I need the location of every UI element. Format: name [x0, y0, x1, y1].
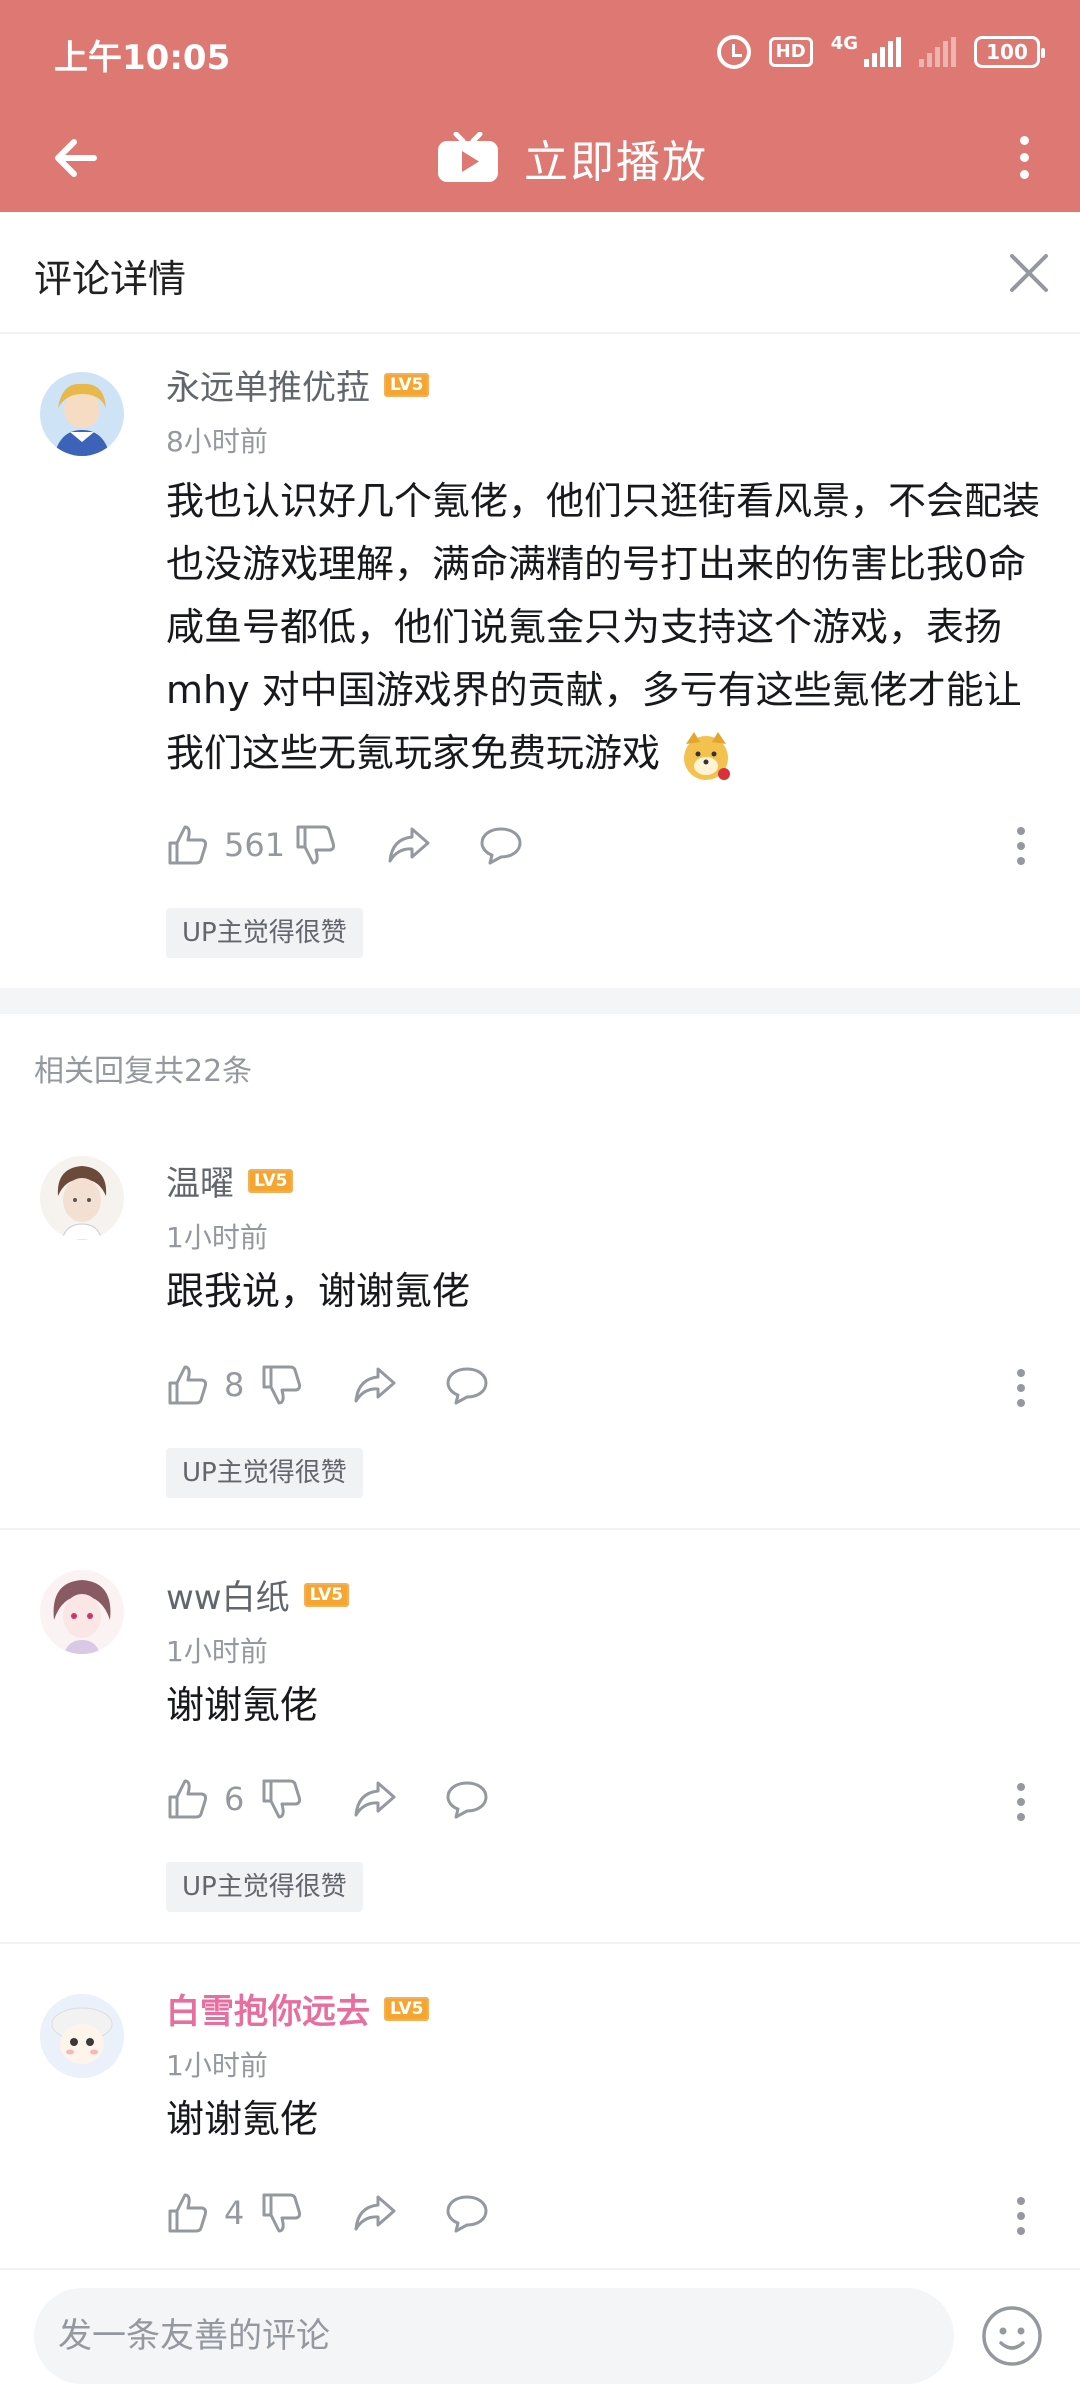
section-gap [0, 988, 1080, 1014]
comment-bubble-icon [446, 2195, 488, 2233]
play-now-button[interactable]: 立即播放 [436, 104, 708, 212]
level-badge: LV5 [303, 1582, 350, 1607]
thumb-up-icon [168, 2193, 208, 2233]
close-icon[interactable] [1006, 250, 1052, 296]
main-comment: 永远单推优菈 LV5 8小时前 我也认识好几个氪佬，他们只逛街看风景，不会配装也… [0, 336, 1080, 986]
dislike-button[interactable] [260, 1777, 304, 1821]
level-badge: LV5 [384, 1996, 430, 2021]
comment-actions: 4 [166, 2188, 490, 2238]
share-icon [388, 827, 430, 863]
comment-actions: 561 [166, 820, 524, 870]
comment-time: 1小时前 [166, 1221, 268, 1254]
more-options-icon[interactable] [1016, 1780, 1026, 1824]
like-button[interactable]: 6 [166, 1777, 250, 1821]
more-options-icon[interactable] [1016, 2194, 1026, 2238]
comment-bubble-icon [446, 1781, 488, 1819]
comment-time: 8小时前 [166, 425, 268, 458]
divider [0, 1528, 1080, 1530]
dislike-button[interactable] [260, 1363, 304, 1407]
app-bar-title: 立即播放 [524, 137, 708, 188]
share-button[interactable] [352, 1777, 398, 1821]
username[interactable]: 温曜 LV5 [166, 1156, 294, 1205]
thumb-down-icon [296, 825, 336, 865]
like-button[interactable]: 4 [166, 2191, 250, 2235]
reply-item: ww白纸 LV5 1小时前 谢谢氪佬 6 UP主觉得很赞 [0, 1534, 1080, 1944]
comment-detail-header: 评论详情 [0, 212, 1080, 334]
reply-item: 白雪抱你远去 LV5 1小时前 谢谢氪佬 4 [0, 1948, 1080, 2266]
comment-time: 1小时前 [166, 1635, 268, 1668]
related-replies-count: 相关回复共22条 [34, 1054, 253, 1089]
emoji-icon[interactable] [980, 2304, 1044, 2368]
like-button[interactable]: 8 [166, 1363, 250, 1407]
comment-text: 谢谢氪佬 [166, 2097, 319, 2141]
dislike-button[interactable] [294, 823, 338, 867]
divider [0, 1942, 1080, 1944]
comment-actions: 6 [166, 1774, 490, 1824]
dislike-button[interactable] [260, 2191, 304, 2235]
signal-icon [864, 37, 901, 67]
comment-time: 1小时前 [166, 2049, 268, 2082]
like-button[interactable]: 561 [166, 823, 286, 867]
comment-text: 我也认识好几个氪佬，他们只逛街看风景，不会配装也没游戏理解，满命满精的号打出来的… [166, 470, 1056, 785]
status-bar: 上午10:05 HD 4G 100 [0, 0, 1080, 104]
share-button[interactable] [352, 1363, 398, 1407]
battery-icon: 100 [974, 36, 1045, 68]
share-button[interactable] [386, 823, 432, 867]
like-count: 4 [224, 2194, 245, 2232]
network-type: 4G [830, 33, 858, 54]
reply-button[interactable] [444, 1363, 490, 1407]
tv-play-icon [438, 132, 498, 182]
thumb-down-icon [262, 1779, 302, 1819]
avatar[interactable] [40, 1570, 124, 1654]
share-icon [354, 1781, 396, 1817]
thumb-down-icon [262, 1365, 302, 1405]
like-count: 561 [224, 826, 286, 864]
reply-button[interactable] [444, 2191, 490, 2235]
username[interactable]: ww白纸 LV5 [166, 1570, 350, 1619]
up-liked-badge: UP主觉得很赞 [166, 1448, 363, 1498]
comment-text: 谢谢氪佬 [166, 1683, 319, 1727]
app-bar: 立即播放 [0, 104, 1080, 212]
username[interactable]: 白雪抱你远去 LV5 [166, 1984, 430, 2033]
level-badge: LV5 [384, 372, 430, 397]
like-count: 6 [224, 1780, 245, 1818]
avatar[interactable] [40, 1156, 124, 1240]
comment-text: 跟我说，谢谢氪佬 [166, 1269, 471, 1313]
comment-actions: 8 [166, 1360, 490, 1410]
doge-emoji-icon [684, 731, 731, 780]
reply-button[interactable] [444, 1777, 490, 1821]
more-vertical-icon[interactable] [1012, 132, 1036, 184]
comment-input[interactable]: 发一条友善的评论 [34, 2288, 954, 2384]
reply-item: 温曜 LV5 1小时前 跟我说，谢谢氪佬 8 UP主觉得很赞 [0, 1120, 1080, 1530]
alarm-icon [716, 35, 751, 69]
thumb-up-icon [168, 1365, 208, 1405]
like-count: 8 [224, 1366, 245, 1404]
comment-bubble-icon [446, 1367, 488, 1405]
thumb-up-icon [168, 1779, 208, 1819]
share-button[interactable] [352, 2191, 398, 2235]
hd-indicator: HD [768, 37, 813, 67]
up-liked-badge: UP主觉得很赞 [166, 908, 363, 958]
avatar[interactable] [40, 1994, 124, 2078]
thumb-up-icon [168, 825, 208, 865]
status-icons: HD 4G 100 [716, 32, 1045, 72]
back-arrow-icon[interactable] [50, 130, 106, 186]
signal-icon-sim2 [919, 37, 956, 67]
top-bar: 上午10:05 HD 4G 100 立即播放 [0, 0, 1080, 212]
share-icon [354, 1367, 396, 1403]
thumb-down-icon [262, 2193, 302, 2233]
username[interactable]: 永远单推优菈 LV5 [166, 360, 430, 409]
more-options-icon[interactable] [1016, 824, 1026, 868]
comment-input-bar: 发一条友善的评论 [0, 2268, 1080, 2400]
up-liked-badge: UP主觉得很赞 [166, 1862, 363, 1912]
reply-button[interactable] [478, 823, 524, 867]
comment-bubble-icon [480, 827, 522, 865]
level-badge: LV5 [248, 1168, 294, 1193]
more-options-icon[interactable] [1016, 1366, 1026, 1410]
avatar[interactable] [40, 372, 124, 456]
share-icon [354, 2195, 396, 2231]
status-time: 上午10:05 [54, 38, 231, 78]
sheet-title: 评论详情 [34, 257, 187, 301]
